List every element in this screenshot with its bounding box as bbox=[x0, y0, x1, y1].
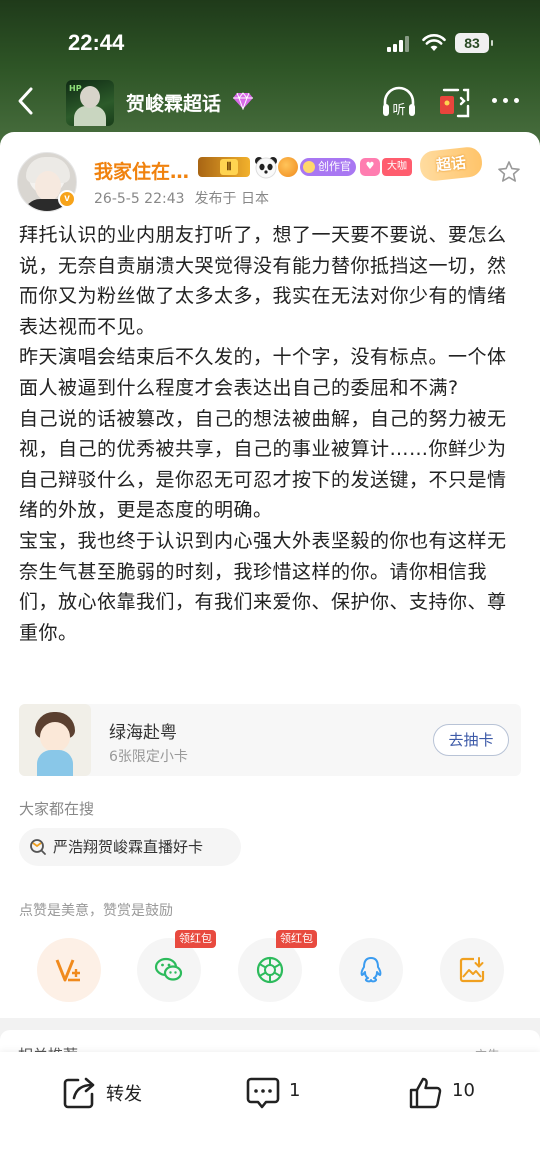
thumbs-up-icon bbox=[409, 1077, 442, 1109]
status-time: 22:44 bbox=[68, 30, 125, 55]
super-topic-badge: 超话 bbox=[418, 145, 484, 183]
diamond-icon bbox=[233, 92, 253, 110]
promo-subtitle: 6张限定小卡 bbox=[109, 749, 188, 765]
reward-button[interactable] bbox=[37, 938, 101, 1002]
comment-button[interactable]: 1 bbox=[245, 1074, 315, 1112]
topic-avatar[interactable]: HP bbox=[66, 80, 114, 126]
back-icon[interactable] bbox=[14, 86, 38, 116]
battery-indicator: 83 bbox=[455, 33, 493, 53]
trending-search-text: 严浩翔贺峻霖直播好卡 bbox=[53, 838, 204, 856]
svg-text:听: 听 bbox=[392, 103, 405, 118]
fish-icon bbox=[278, 157, 298, 177]
share-wechat-button[interactable]: 领红包 bbox=[137, 930, 216, 1002]
share-qq-button[interactable] bbox=[339, 938, 403, 1002]
post-meta: 26-5-5 22:43 发布于 日本 bbox=[94, 188, 269, 208]
listen-icon[interactable]: 听 bbox=[380, 86, 418, 120]
topic-title[interactable]: 贺峻霖超话 bbox=[126, 89, 221, 116]
wifi-icon bbox=[422, 34, 446, 51]
star-icon[interactable] bbox=[497, 160, 521, 184]
card-promo[interactable]: 绿海赴粤 6张限定小卡 去抽卡 bbox=[19, 704, 521, 776]
reward-hint: 点赞是美意，赞赏是鼓励 bbox=[19, 903, 173, 919]
big-name-badge: 大咖 bbox=[382, 158, 412, 176]
trending-search-chip[interactable]: 严浩翔贺峻霖直播好卡 bbox=[19, 828, 241, 866]
red-packet-tag: 领红包 bbox=[175, 930, 216, 948]
promo-thumbnail bbox=[19, 704, 91, 776]
post-card: v 我家住在… Ⅱ 创作官 ♥ 大咖 超话 26-5-5 22:43 发布于 日本… bbox=[0, 132, 540, 1018]
post-paragraph: 宝宝，我也终于认识到内心强大外表坚毅的你也有这样无奈生气甚至脆弱的时刻，我珍惜这… bbox=[19, 529, 507, 644]
promo-title: 绿海赴粤 bbox=[109, 723, 177, 743]
repost-icon bbox=[63, 1077, 95, 1109]
share-moments-button[interactable]: 领红包 bbox=[238, 930, 317, 1002]
signal-icon bbox=[387, 36, 413, 52]
post-paragraph: 自己说的话被篡改，自己的想法被曲解，自己的努力被无视，自己的优秀被共享，自己的事… bbox=[19, 407, 507, 522]
red-packet-tag: 领红包 bbox=[276, 930, 317, 948]
comment-icon bbox=[246, 1077, 280, 1109]
post-location: 发布于 日本 bbox=[194, 191, 269, 207]
wechat-icon bbox=[154, 957, 183, 981]
red-packet-icon[interactable] bbox=[438, 86, 472, 120]
more-icon[interactable] bbox=[490, 98, 522, 106]
qq-icon bbox=[360, 957, 382, 983]
like-count: 10 bbox=[452, 1080, 475, 1101]
moments-icon bbox=[256, 956, 284, 984]
status-bar: 22:44 83 bbox=[0, 0, 540, 80]
author-name[interactable]: 我家住在… bbox=[94, 157, 189, 184]
level-badge: Ⅱ bbox=[198, 157, 250, 177]
reward-icon bbox=[55, 959, 80, 982]
heart-badge: ♥ bbox=[360, 158, 380, 176]
like-button[interactable]: 10 bbox=[408, 1074, 488, 1112]
repost-button[interactable]: 转发 bbox=[62, 1074, 152, 1112]
draw-card-button[interactable]: 去抽卡 bbox=[433, 724, 509, 756]
repost-label: 转发 bbox=[106, 1084, 142, 1105]
bottom-action-bar: 转发 1 10 bbox=[0, 1052, 540, 1174]
post-paragraph: 昨天演唱会结束后不久发的，十个字，没有标点。一个体面人被逼到什么程度才会表达出自… bbox=[19, 346, 507, 399]
panda-icon bbox=[255, 157, 277, 179]
save-image-button[interactable] bbox=[440, 938, 504, 1002]
verified-badge: v bbox=[58, 190, 76, 208]
post-body: 拜托认识的业内朋友打听了，想了一天要不要说、要怎么说，无奈自责崩溃大哭觉得没有能… bbox=[19, 220, 523, 648]
creator-badge: 创作官 bbox=[300, 158, 356, 176]
share-row: 领红包 领红包 bbox=[0, 930, 540, 1002]
post-paragraph: 拜托认识的业内朋友打听了，想了一天要不要说、要怎么说，无奈自责崩溃大哭觉得没有能… bbox=[19, 224, 507, 338]
nav-bar: HP 贺峻霖超话 听 bbox=[0, 76, 540, 130]
comment-count: 1 bbox=[289, 1080, 301, 1101]
image-download-icon bbox=[459, 957, 485, 983]
trending-search-title: 大家都在搜 bbox=[19, 800, 95, 818]
search-icon bbox=[30, 839, 46, 855]
post-time: 26-5-5 22:43 bbox=[94, 191, 185, 207]
